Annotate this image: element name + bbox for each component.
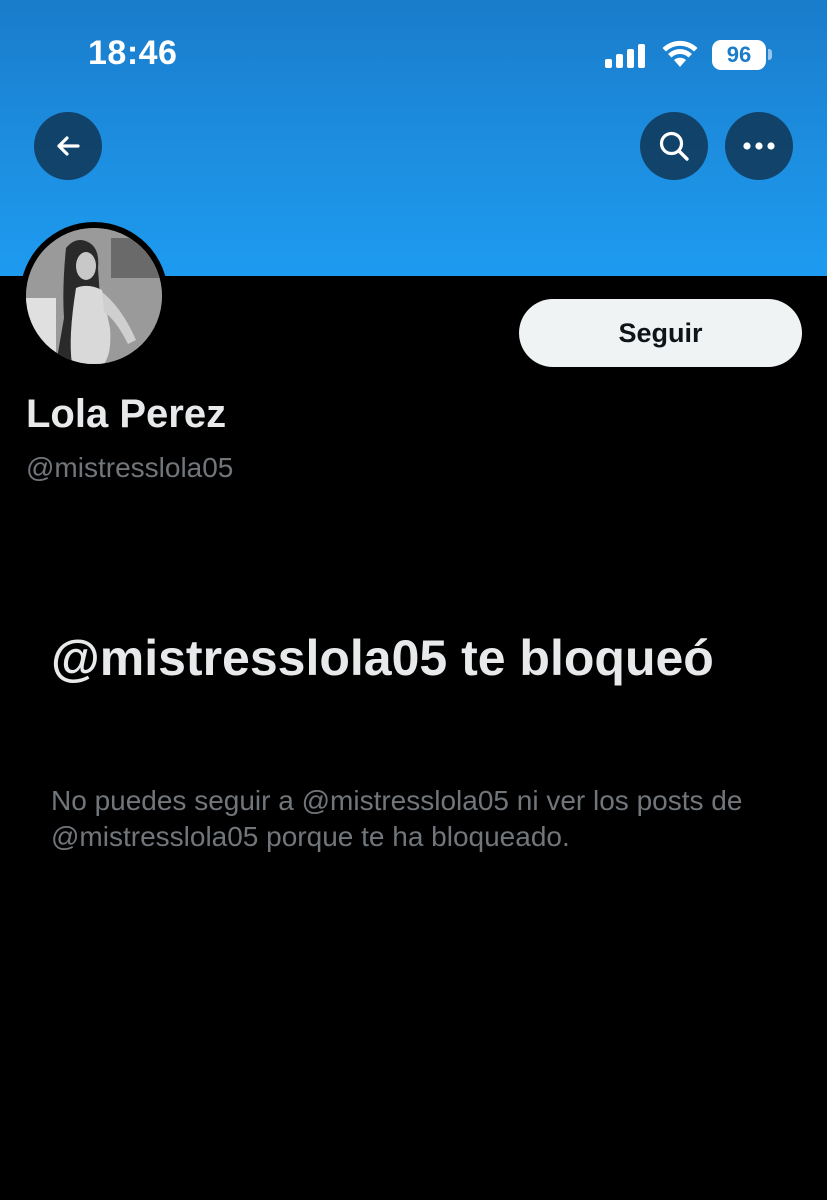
avatar-image [26,228,162,364]
profile-handle: @mistresslola05 [26,452,234,483]
back-button[interactable] [34,112,102,180]
follow-button[interactable]: Seguir [519,299,802,367]
display-name: Lola Perez [26,392,227,436]
more-button[interactable] [725,112,793,180]
avatar[interactable] [20,222,168,370]
profile-page: 18:46 96 Seguir Lola Perez @mistresslola… [0,0,827,1200]
arrow-left-icon [57,136,80,156]
search-button[interactable] [640,112,708,180]
battery-icon: 96 [712,40,766,70]
search-icon [659,131,689,161]
blocked-description: No puedes seguir a @mistresslola05 ni ve… [51,785,743,852]
status-time: 18:46 [88,34,178,72]
wifi-icon [662,40,698,67]
battery-nub [768,49,772,60]
cellular-signal-icon [605,44,645,68]
more-horizontal-icon [743,142,775,150]
battery-level: 96 [726,42,752,67]
avatar-photo [26,228,162,364]
blocked-title: @mistresslola05 te bloqueó [51,630,714,686]
